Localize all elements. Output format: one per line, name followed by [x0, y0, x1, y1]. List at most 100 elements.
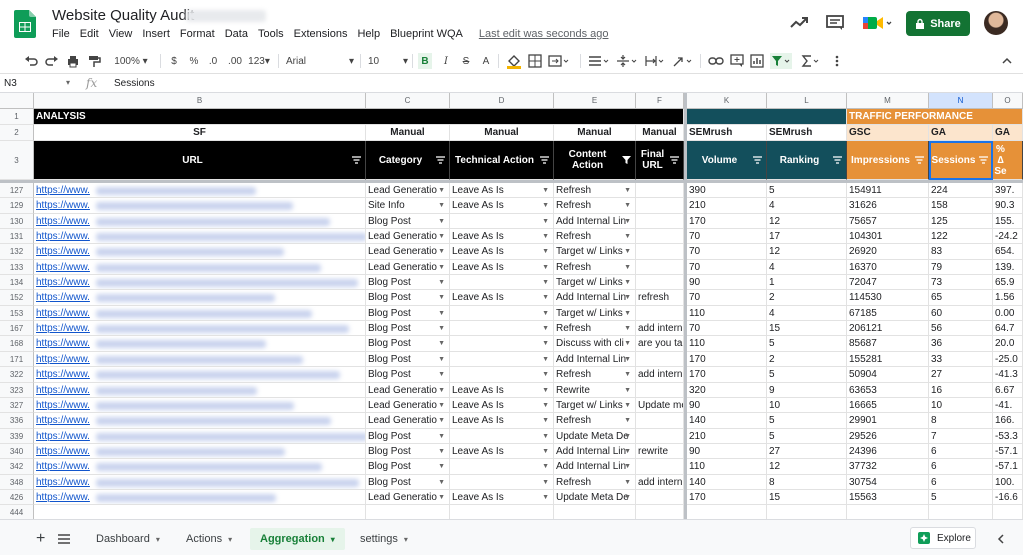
- content-cell[interactable]: Target w/ Links ▼: [554, 398, 636, 413]
- font-select[interactable]: Arial ▾: [286, 53, 354, 69]
- imp-cell[interactable]: 72047: [847, 275, 929, 290]
- sess-cell[interactable]: 5: [929, 490, 993, 505]
- cat-cell[interactable]: Blog Post ▼: [366, 290, 450, 306]
- vertical-align-icon[interactable]: [616, 53, 638, 69]
- formula-input[interactable]: Sessions: [114, 78, 155, 89]
- tech-cell[interactable]: ▼: [450, 336, 554, 352]
- pct-cell[interactable]: -57.1: [993, 444, 1023, 459]
- dropdown-chevron-icon[interactable]: ▼: [624, 398, 631, 412]
- url-cell[interactable]: https://www.: [34, 290, 366, 306]
- cat-cell[interactable]: Blog Post ▼: [366, 367, 450, 383]
- source-cell-m[interactable]: GSC: [847, 125, 929, 141]
- imp-cell[interactable]: 75657: [847, 214, 929, 229]
- dropdown-chevron-icon[interactable]: ▼: [542, 444, 549, 458]
- menu-edit[interactable]: Edit: [80, 28, 99, 40]
- spreadsheet-grid[interactable]: B C D E F K L M N O 1 ANALYSIS TRAFFIC PERFORMANCE 2 S…: [0, 93, 1023, 519]
- dropdown-chevron-icon[interactable]: ▼: [438, 336, 445, 351]
- last-edit-link[interactable]: Last edit was seconds ago: [479, 28, 609, 40]
- content-cell[interactable]: Target w/ Links ▼: [554, 244, 636, 260]
- vol-cell[interactable]: 70: [687, 244, 767, 260]
- pct-cell[interactable]: -57.1: [993, 459, 1023, 475]
- sess-cell[interactable]: 60: [929, 306, 993, 321]
- dropdown-chevron-icon[interactable]: ▼: [624, 306, 631, 320]
- vol-cell[interactable]: 170: [687, 367, 767, 383]
- dropdown-chevron-icon[interactable]: ▼: [438, 383, 445, 397]
- final-cell[interactable]: add intern: [636, 321, 684, 336]
- document-title[interactable]: Website Quality Audit: [52, 7, 194, 24]
- analysis-section-cell[interactable]: ANALYSIS: [34, 109, 684, 125]
- url-cell[interactable]: https://www.: [34, 336, 366, 352]
- imp-cell[interactable]: 29526: [847, 429, 929, 444]
- cat-cell[interactable]: Blog Post ▼: [366, 214, 450, 229]
- content-cell[interactable]: Refresh ▼: [554, 183, 636, 198]
- vol-cell[interactable]: 110: [687, 306, 767, 321]
- cat-cell[interactable]: Blog Post ▼: [366, 475, 450, 490]
- tech-cell[interactable]: Leave As Is ▼: [450, 290, 554, 306]
- url-cell[interactable]: https://www.: [34, 183, 366, 198]
- filter-menu-icon[interactable]: [540, 156, 549, 164]
- dropdown-chevron-icon[interactable]: ▼: [542, 398, 549, 412]
- pct-cell[interactable]: 166.: [993, 413, 1023, 429]
- content-cell[interactable]: Refresh ▼: [554, 198, 636, 214]
- dropdown-chevron-icon[interactable]: ▼: [624, 244, 631, 259]
- dropdown-chevron-icon[interactable]: ▼: [624, 198, 631, 213]
- dropdown-chevron-icon[interactable]: ▼: [542, 352, 549, 366]
- cat-cell[interactable]: Blog Post ▼: [366, 336, 450, 352]
- url-cell[interactable]: https://www.: [34, 198, 366, 214]
- sess-cell[interactable]: 73: [929, 275, 993, 290]
- column-header-n[interactable]: N: [929, 93, 993, 109]
- cat-cell[interactable]: Blog Post ▼: [366, 306, 450, 321]
- tab-dashboard[interactable]: Dashboard ▾: [96, 528, 160, 550]
- final-cell[interactable]: [636, 505, 684, 519]
- final-cell[interactable]: [636, 214, 684, 229]
- url-cell[interactable]: https://www.: [34, 244, 366, 260]
- url-link[interactable]: https://www.: [36, 323, 90, 334]
- url-link[interactable]: https://www.: [36, 369, 90, 380]
- dropdown-chevron-icon[interactable]: ▼: [438, 367, 445, 382]
- sess-cell[interactable]: 122: [929, 229, 993, 244]
- rank-cell[interactable]: 9: [767, 383, 847, 398]
- cat-cell[interactable]: Blog Post ▼: [366, 459, 450, 475]
- url-cell[interactable]: https://www.: [34, 229, 366, 244]
- dropdown-chevron-icon[interactable]: ▼: [438, 244, 445, 259]
- url-cell[interactable]: https://www.: [34, 444, 366, 459]
- imp-cell[interactable]: 50904: [847, 367, 929, 383]
- dropdown-chevron-icon[interactable]: ▼: [438, 429, 445, 443]
- filter-menu-icon[interactable]: [352, 156, 361, 164]
- imp-cell[interactable]: 29901: [847, 413, 929, 429]
- sess-cell[interactable]: 36: [929, 336, 993, 352]
- content-cell[interactable]: Rewrite ▼: [554, 383, 636, 398]
- sess-cell[interactable]: 16: [929, 383, 993, 398]
- filter-menu-icon[interactable]: [670, 156, 679, 164]
- dropdown-chevron-icon[interactable]: ▼: [624, 275, 631, 289]
- content-cell[interactable]: Refresh ▼: [554, 413, 636, 429]
- url-link[interactable]: https://www.: [36, 231, 90, 242]
- cat-cell[interactable]: Lead Generatio ▼: [366, 183, 450, 198]
- chevron-left-icon[interactable]: [996, 534, 1006, 544]
- final-cell[interactable]: [636, 383, 684, 398]
- dropdown-chevron-icon[interactable]: ▼: [438, 444, 445, 458]
- tech-cell[interactable]: Leave As Is ▼: [450, 490, 554, 505]
- column-header-o[interactable]: O: [993, 93, 1023, 109]
- source-cell-o[interactable]: GA: [993, 125, 1023, 141]
- menu-blueprint-wqa[interactable]: Blueprint WQA: [390, 28, 463, 40]
- column-header-l[interactable]: L: [767, 93, 847, 109]
- rank-cell[interactable]: 1: [767, 275, 847, 290]
- insert-link-icon[interactable]: [708, 53, 724, 69]
- meet-icon[interactable]: [860, 12, 894, 34]
- tech-cell[interactable]: ▼: [450, 475, 554, 490]
- decrease-decimal-button[interactable]: .0: [206, 53, 220, 69]
- pct-cell[interactable]: 654.: [993, 244, 1023, 260]
- final-cell[interactable]: rewrite: [636, 444, 684, 459]
- dropdown-chevron-icon[interactable]: ▼: [624, 490, 631, 504]
- rank-cell[interactable]: 12: [767, 244, 847, 260]
- column-header-f[interactable]: F: [636, 93, 684, 109]
- sess-cell[interactable]: 33: [929, 352, 993, 367]
- imp-cell[interactable]: 24396: [847, 444, 929, 459]
- dropdown-chevron-icon[interactable]: ▼: [542, 306, 549, 320]
- dropdown-chevron-icon[interactable]: ▼: [542, 321, 549, 335]
- row-header-1[interactable]: 1: [0, 109, 34, 125]
- pct-cell[interactable]: 6.67: [993, 383, 1023, 398]
- explore-button[interactable]: Explore: [910, 527, 976, 549]
- rank-cell[interactable]: 2: [767, 290, 847, 306]
